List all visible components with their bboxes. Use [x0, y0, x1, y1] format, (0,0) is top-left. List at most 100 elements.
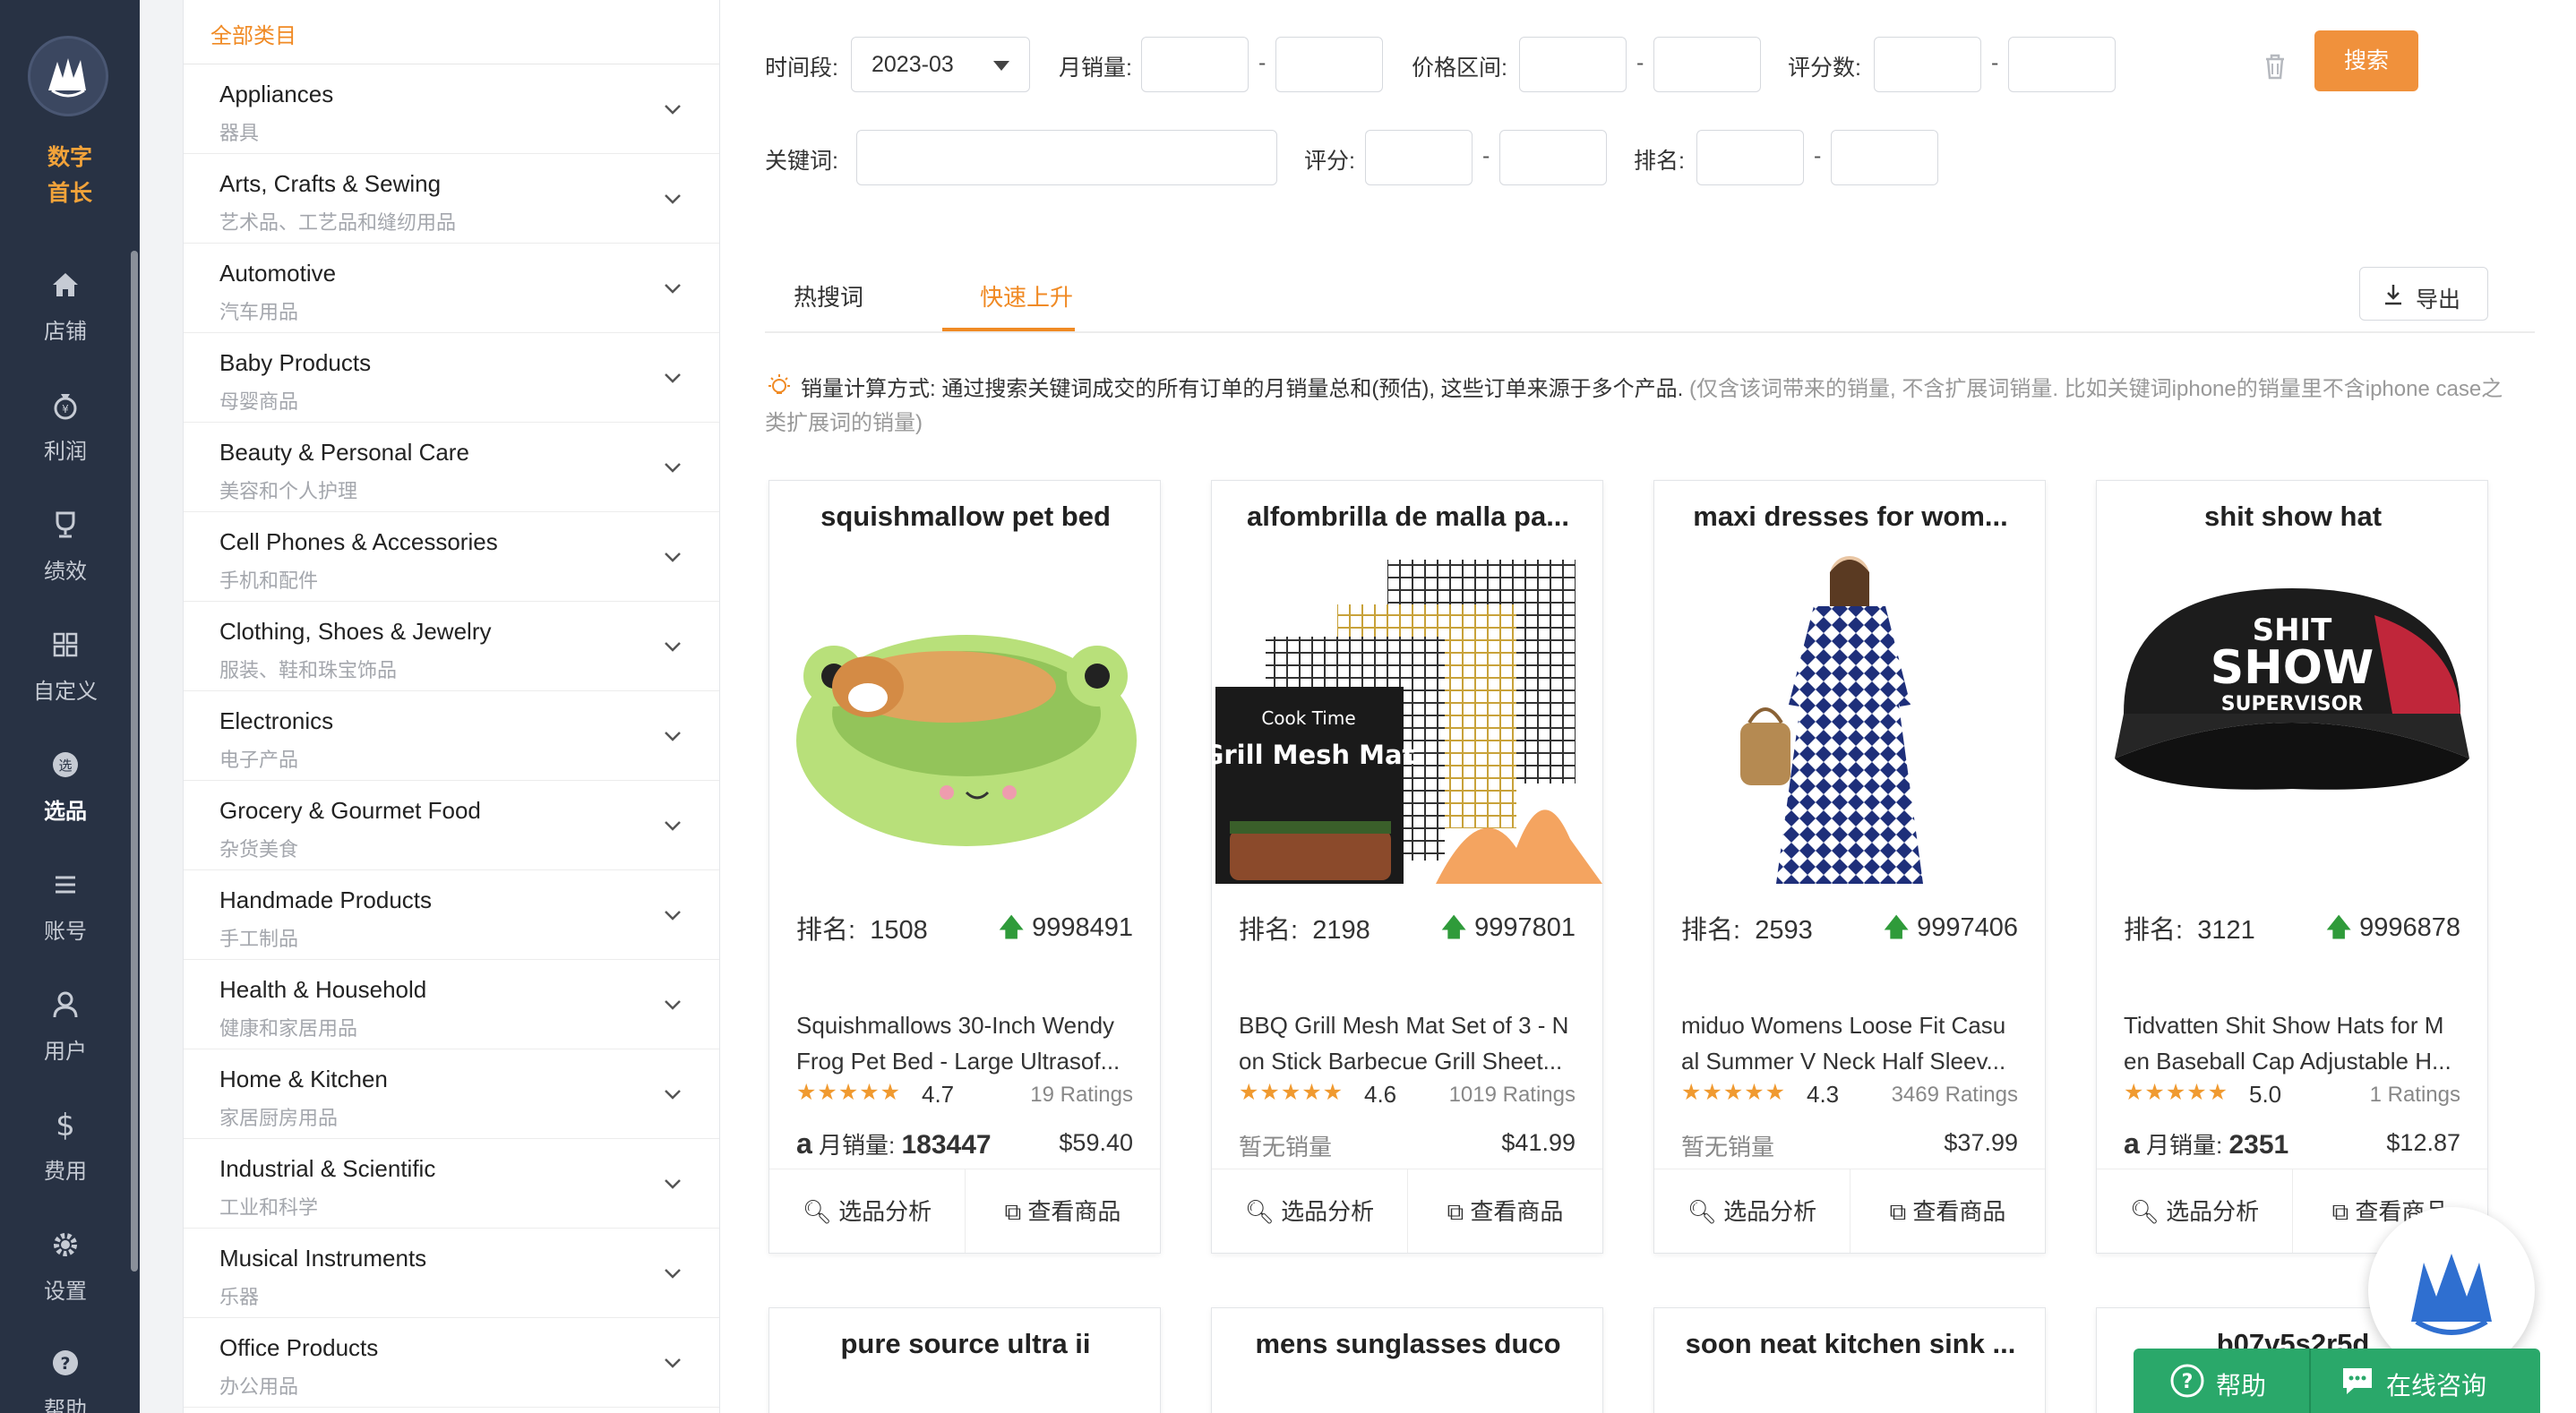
period-select[interactable]: 2023-03: [851, 37, 1030, 92]
view-product-button[interactable]: ⧉ 查看商品: [1407, 1169, 1602, 1253]
user-icon: [53, 991, 78, 1018]
product-title[interactable]: Tidvatten Shit Show Hats for M en Basebal…: [2124, 1007, 2471, 1079]
chevron-down-icon[interactable]: [660, 1082, 685, 1107]
product-image[interactable]: [1654, 552, 2045, 884]
category-item[interactable]: Clothing, Shoes & Jewelry 服装、鞋和珠宝饰品: [184, 602, 719, 691]
category-item[interactable]: Arts, Crafts & Sewing 艺术品、工艺品和缝纫用品: [184, 154, 719, 244]
product-analysis-button[interactable]: 🔍︎ 选品分析: [1212, 1169, 1407, 1253]
card-keyword[interactable]: pure source ultra ii: [787, 1328, 1144, 1360]
view-product-button[interactable]: ⧉ 查看商品: [965, 1169, 1160, 1253]
nav-item-performance[interactable]: 绩效: [0, 507, 131, 614]
category-name-cn: 电子产品: [219, 749, 299, 771]
price: $59.40: [1059, 1129, 1133, 1156]
card-keyword[interactable]: shit show hat: [2115, 501, 2471, 533]
monthly-sales-max-input[interactable]: [1275, 37, 1383, 92]
category-item[interactable]: Grocery & Gourmet Food 杂货美食: [184, 781, 719, 870]
rank-value: 2593: [1755, 916, 1813, 945]
category-item[interactable]: Baby Products 母婴商品: [184, 333, 719, 423]
chevron-down-icon[interactable]: [660, 813, 685, 838]
product-title[interactable]: miduo Womens Loose Fit Casu al Summer V N…: [1681, 1007, 2029, 1079]
nav-item-settings[interactable]: 设置: [0, 1227, 131, 1334]
svg-text:?: ?: [2182, 1371, 2194, 1393]
product-card: soon neat kitchen sink ...: [1653, 1307, 2046, 1413]
dollar-icon: $: [56, 1108, 75, 1143]
brand-logo-icon[interactable]: [28, 36, 108, 116]
nav-item-product-selection[interactable]: 选 选品: [0, 747, 131, 854]
nav-item-account[interactable]: 账号: [0, 867, 131, 974]
chevron-down-icon[interactable]: [660, 97, 685, 122]
product-analysis-button[interactable]: 🔍︎ 选品分析: [769, 1169, 965, 1253]
rank-max-input[interactable]: [1831, 130, 1938, 185]
grill-title: Grill Mesh Mat: [1212, 740, 1415, 770]
category-item[interactable]: Handmade Products 手工制品: [184, 870, 719, 960]
rating-max-input[interactable]: [1499, 130, 1607, 185]
trash-icon[interactable]: [2259, 50, 2291, 82]
card-keyword[interactable]: maxi dresses for wom...: [1672, 501, 2029, 533]
nav-scrollbar[interactable]: [131, 251, 138, 1272]
nav-item-user[interactable]: 用户: [0, 987, 131, 1094]
category-item[interactable]: Automotive 汽车用品: [184, 244, 719, 333]
online-chat-button[interactable]: 在线咨询: [2311, 1349, 2540, 1413]
rank-min-input[interactable]: [1696, 130, 1804, 185]
category-item[interactable]: Appliances 器具: [184, 64, 719, 154]
tab-rising-fast[interactable]: 快速上升: [980, 279, 1073, 313]
chevron-down-icon[interactable]: [660, 992, 685, 1017]
rating-score: 4.7: [922, 1081, 955, 1108]
category-item[interactable]: Beauty & Personal Care 美容和个人护理: [184, 423, 719, 512]
chevron-down-icon[interactable]: [660, 1261, 685, 1286]
chevron-down-icon[interactable]: [660, 1171, 685, 1196]
product-analysis-button[interactable]: 🔍︎ 选品分析: [1654, 1169, 1850, 1253]
rank-value: 3121: [2197, 916, 2255, 945]
product-image[interactable]: Cook Time Grill Mesh Mat: [1212, 552, 1602, 884]
product-title[interactable]: Squishmallows 30-Inch Wendy Frog Pet Bed …: [796, 1007, 1144, 1079]
rating-min-input[interactable]: [1365, 130, 1473, 185]
product-image[interactable]: SHIT SHOW SUPERVISOR: [2097, 552, 2487, 884]
chevron-down-icon[interactable]: [660, 186, 685, 211]
nav-item-label: 帮助: [44, 1398, 87, 1413]
monthly-sales-min-input[interactable]: [1141, 37, 1249, 92]
nav-item-profit[interactable]: ¥ 利润: [0, 387, 131, 494]
chevron-down-icon[interactable]: [660, 365, 685, 390]
nav-item-help[interactable]: ? 帮助: [0, 1345, 131, 1413]
tab-hot-keywords[interactable]: 热搜词: [794, 279, 863, 313]
chevron-down-icon[interactable]: [660, 455, 685, 480]
card-keyword[interactable]: soon neat kitchen sink ...: [1672, 1328, 2029, 1360]
chevron-down-icon[interactable]: [660, 1350, 685, 1375]
product-title-line2: en Baseball Cap Adjustable H...: [2124, 1048, 2451, 1075]
category-item[interactable]: Musical Instruments 乐器: [184, 1229, 719, 1318]
category-item[interactable]: Home & Kitchen 家居厨房用品: [184, 1049, 719, 1139]
product-title[interactable]: BBQ Grill Mesh Mat Set of 3 - N on Stick …: [1239, 1007, 1586, 1079]
nav-item-fees[interactable]: $ 费用: [0, 1107, 131, 1214]
price-min-input[interactable]: [1519, 37, 1627, 92]
card-keyword[interactable]: mens sunglasses duco: [1230, 1328, 1586, 1360]
chevron-down-icon[interactable]: [660, 724, 685, 749]
card-keyword[interactable]: squishmallow pet bed: [787, 501, 1144, 533]
category-item[interactable]: Health & Household 健康和家居用品: [184, 960, 719, 1049]
search-button[interactable]: 搜索: [2314, 30, 2418, 91]
reviews-min-input[interactable]: [1874, 37, 1981, 92]
keyword-input[interactable]: [856, 130, 1277, 185]
chevron-down-icon[interactable]: [660, 903, 685, 928]
reviews-max-input[interactable]: [2008, 37, 2116, 92]
nav-item-custom[interactable]: 自定义: [0, 627, 131, 734]
price-max-input[interactable]: [1653, 37, 1761, 92]
category-item[interactable]: Industrial & Scientific 工业和科学: [184, 1139, 719, 1229]
view-product-button[interactable]: ⧉ 查看商品: [1850, 1169, 2045, 1253]
nav-item-shop[interactable]: 店铺: [0, 267, 131, 374]
export-button[interactable]: 导出: [2359, 267, 2488, 321]
chevron-down-icon[interactable]: [660, 634, 685, 659]
category-item[interactable]: Cell Phones & Accessories 手机和配件: [184, 512, 719, 602]
online-chat-label: 在线咨询: [2386, 1372, 2487, 1400]
product-analysis-button[interactable]: 🔍︎ 选品分析: [2097, 1169, 2292, 1253]
category-header[interactable]: 全部类目: [184, 0, 719, 64]
category-item[interactable]: Electronics 电子产品: [184, 691, 719, 781]
category-item[interactable]: Office Products 办公用品: [184, 1318, 719, 1408]
chevron-down-icon[interactable]: [660, 276, 685, 301]
list-icon: [56, 876, 75, 894]
range-dash: -: [1814, 143, 1822, 168]
card-keyword[interactable]: alfombrilla de malla pa...: [1230, 501, 1586, 533]
help-button[interactable]: ? 帮助: [2134, 1349, 2309, 1413]
chevron-down-icon[interactable]: [660, 544, 685, 569]
product-image[interactable]: [769, 552, 1160, 884]
growth-value: 9997801: [1474, 913, 1576, 942]
